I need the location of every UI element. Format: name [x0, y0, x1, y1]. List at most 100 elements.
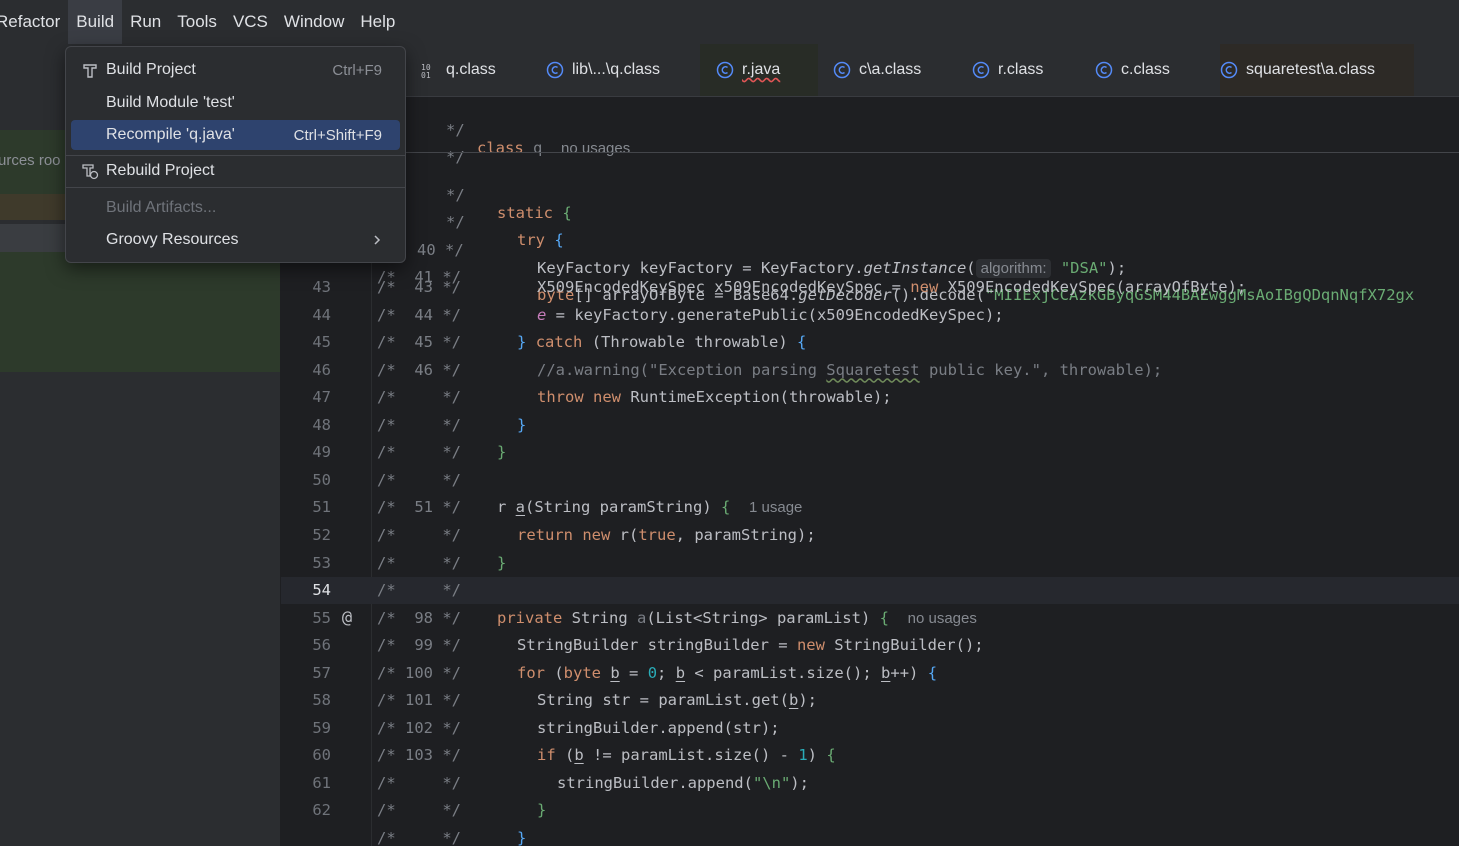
code-line[interactable]: 49 /* */}: [281, 439, 1459, 466]
line-number: 48: [312, 415, 331, 434]
code-text: stringBuilder.append("\n");: [557, 773, 809, 792]
tab-label: lib\...\q.class: [572, 61, 661, 78]
decompiler-comment: /* */: [377, 388, 461, 407]
menu-window[interactable]: Window: [276, 0, 352, 44]
override-annotation-icon[interactable]: @: [337, 608, 357, 628]
line-number: 47: [312, 388, 331, 407]
code-text: if (b != paramList.size() - 1) {: [537, 746, 836, 765]
decompiler-comment: /* 43 */: [377, 278, 461, 296]
decompiler-comment: /* 44 */: [377, 305, 461, 324]
code-line[interactable]: /* 41 */ byte[] arrayOfByte = Base64.get…: [281, 246, 1459, 304]
code-line[interactable]: 53 /* */}: [281, 550, 1459, 577]
menu-separator: [66, 187, 405, 188]
class-icon: [1095, 61, 1113, 79]
decompiler-comment: /* 100 */: [377, 663, 461, 682]
decompiler-comment: /* 98 */: [377, 608, 461, 627]
decompiler-comment: /* */: [377, 525, 461, 544]
code-text: }: [497, 553, 507, 572]
code-line[interactable]: 61 /* */ stringBuilder.append("\n");: [281, 770, 1459, 797]
code-line[interactable]: */ try {: [281, 191, 1459, 249]
menu-item-build-project[interactable]: Build Project Ctrl+F9: [71, 55, 400, 85]
decompiler-comment: /* 99 */: [377, 636, 461, 655]
decompiler-comment: /* 101 */: [377, 691, 461, 710]
menu-refactor[interactable]: Refactor: [0, 0, 68, 44]
code-line[interactable]: 43 /* 43 */ X509EncodedKeySpec x509Encoded…: [281, 274, 1459, 301]
menu-item-label: Build Artifacts...: [106, 199, 217, 216]
menu-tools[interactable]: Tools: [169, 0, 225, 44]
code-text: private String a(List<String> paramList)…: [497, 608, 977, 627]
tab-r-class[interactable]: r.class: [972, 44, 1043, 96]
tab-lib-q-class[interactable]: lib\...\q.class: [546, 44, 660, 96]
build-menu-dropdown: Build Project Ctrl+F9 Build Module 'test…: [65, 46, 406, 263]
menu-build[interactable]: Build: [68, 0, 123, 44]
tree-rows-green[interactable]: [0, 252, 280, 372]
menu-item-groovy-resources[interactable]: Groovy Resources: [71, 225, 400, 255]
code-line[interactable]: 56 /* 99 */ StringBuilder stringBuilder = …: [281, 632, 1459, 659]
code-text: for (byte b = 0; b < paramList.size(); b…: [517, 663, 938, 682]
code-line[interactable]: 47 /* */ throw new RuntimeException(throwa…: [281, 384, 1459, 411]
decompiler-comment: /* */: [377, 443, 461, 462]
menu-bar: Refactor Build Run Tools VCS Window Help: [0, 0, 1459, 44]
code-line[interactable]: 58 /* 101 */ String str = paramList.get(b)…: [281, 687, 1459, 714]
code-text: r a(String paramString) { 1 usage: [497, 498, 803, 517]
menu-help[interactable]: Help: [352, 0, 403, 44]
decompiler-comment: /* 46 */: [377, 360, 461, 379]
menu-item-recompile[interactable]: Recompile 'q.java' Ctrl+Shift+F9: [71, 120, 400, 150]
svg-text:01: 01: [421, 71, 431, 79]
code-line[interactable]: 62 /* */}: [281, 797, 1459, 824]
tab-label: c.class: [1121, 61, 1170, 78]
code-line[interactable]: 52 /* */ return new r(true, paramString);: [281, 522, 1459, 549]
menu-item-shortcut: Ctrl+F9: [332, 61, 382, 79]
code-line[interactable]: 46 /* 46 */ //a.warning("Exception parsing…: [281, 357, 1459, 384]
sticky-line: */ staticclass q no usages: [446, 121, 631, 157]
class-icon: [1220, 61, 1238, 79]
tab-c-class[interactable]: c.class: [1095, 44, 1170, 96]
code-line[interactable]: 48 /* */}: [281, 412, 1459, 439]
menu-item-rebuild-project[interactable]: Rebuild Project: [71, 156, 400, 186]
menu-item-label: Build Project: [106, 61, 196, 78]
chevron-right-icon: [374, 235, 381, 245]
code-line[interactable]: 44 /* 44 */ e = keyFactory.generatePublic(…: [281, 302, 1459, 329]
class-icon: [716, 61, 734, 79]
decompiler-comment: /* 45 */: [377, 333, 461, 352]
rebuild-icon: [82, 164, 99, 180]
class-icon: [833, 61, 851, 79]
menu-vcs[interactable]: VCS: [225, 0, 276, 44]
code-line[interactable]: */ static {: [281, 164, 1459, 222]
sticky-separator: [281, 152, 1459, 153]
editor-tab-bar: 10 01 q.class lib\...\q.class r.java c\a.…: [280, 44, 1459, 97]
line-number: 52: [312, 525, 331, 544]
code-text: }: [537, 801, 547, 820]
menu-item-shortcut: Ctrl+Shift+F9: [293, 126, 382, 144]
code-text: e = keyFactory.generatePublic(x509Encode…: [537, 305, 1004, 324]
code-line[interactable]: 40 */ KeyFactory keyFactory = KeyFactory…: [281, 219, 1459, 278]
code-text: return new r(true, paramString);: [517, 525, 816, 544]
code-line[interactable]: 60 /* 103 */ if (b != paramList.size() - 1…: [281, 742, 1459, 769]
line-number: 45: [312, 333, 331, 352]
tab-c-a-class[interactable]: c\a.class: [833, 44, 921, 96]
line-number: 49: [312, 443, 331, 462]
tab-label: r.java: [742, 61, 781, 78]
line-number: 51: [312, 498, 331, 517]
code-editor[interactable]: */ staticclass q no usages */ */ static …: [281, 97, 1459, 846]
code-line[interactable]: /* */}: [281, 825, 1459, 846]
tab-r-java[interactable]: r.java: [700, 44, 818, 96]
menu-item-build-module[interactable]: Build Module 'test': [71, 88, 400, 118]
code-line[interactable]: 50 /* */: [281, 467, 1459, 494]
tab-q-class-binary[interactable]: 10 01 q.class: [420, 44, 496, 96]
line-number: 50: [312, 470, 331, 489]
menu-run[interactable]: Run: [122, 0, 169, 44]
code-text: //a.warning("Exception parsing Squaretes…: [537, 360, 1163, 379]
menu-item-build-artifacts[interactable]: Build Artifacts...: [71, 193, 400, 223]
code-line[interactable]: 55 @ /* 98 */ private String a(List<String>…: [281, 605, 1459, 632]
code-line[interactable]: 54 /* */: [281, 577, 1459, 605]
code-line[interactable]: 51 /* 51 */ r a(String paramString) { 1 us…: [281, 494, 1459, 521]
code-line[interactable]: 59 /* 102 */ stringBuilder.append(str);: [281, 715, 1459, 742]
menu-item-label: Groovy Resources: [106, 231, 239, 248]
tab-label: q.class: [446, 61, 496, 78]
code-line[interactable]: 45 /* 45 */} catch (Throwable throwable) …: [281, 329, 1459, 356]
decompiler-comment: /* */: [377, 553, 461, 572]
code-line[interactable]: 57 /* 100 */ for (byte b = 0; b < paramLis…: [281, 660, 1459, 687]
menu-item-label: Recompile 'q.java': [106, 126, 235, 143]
tab-squaretest-a-class[interactable]: squaretest\a.class: [1220, 44, 1414, 96]
